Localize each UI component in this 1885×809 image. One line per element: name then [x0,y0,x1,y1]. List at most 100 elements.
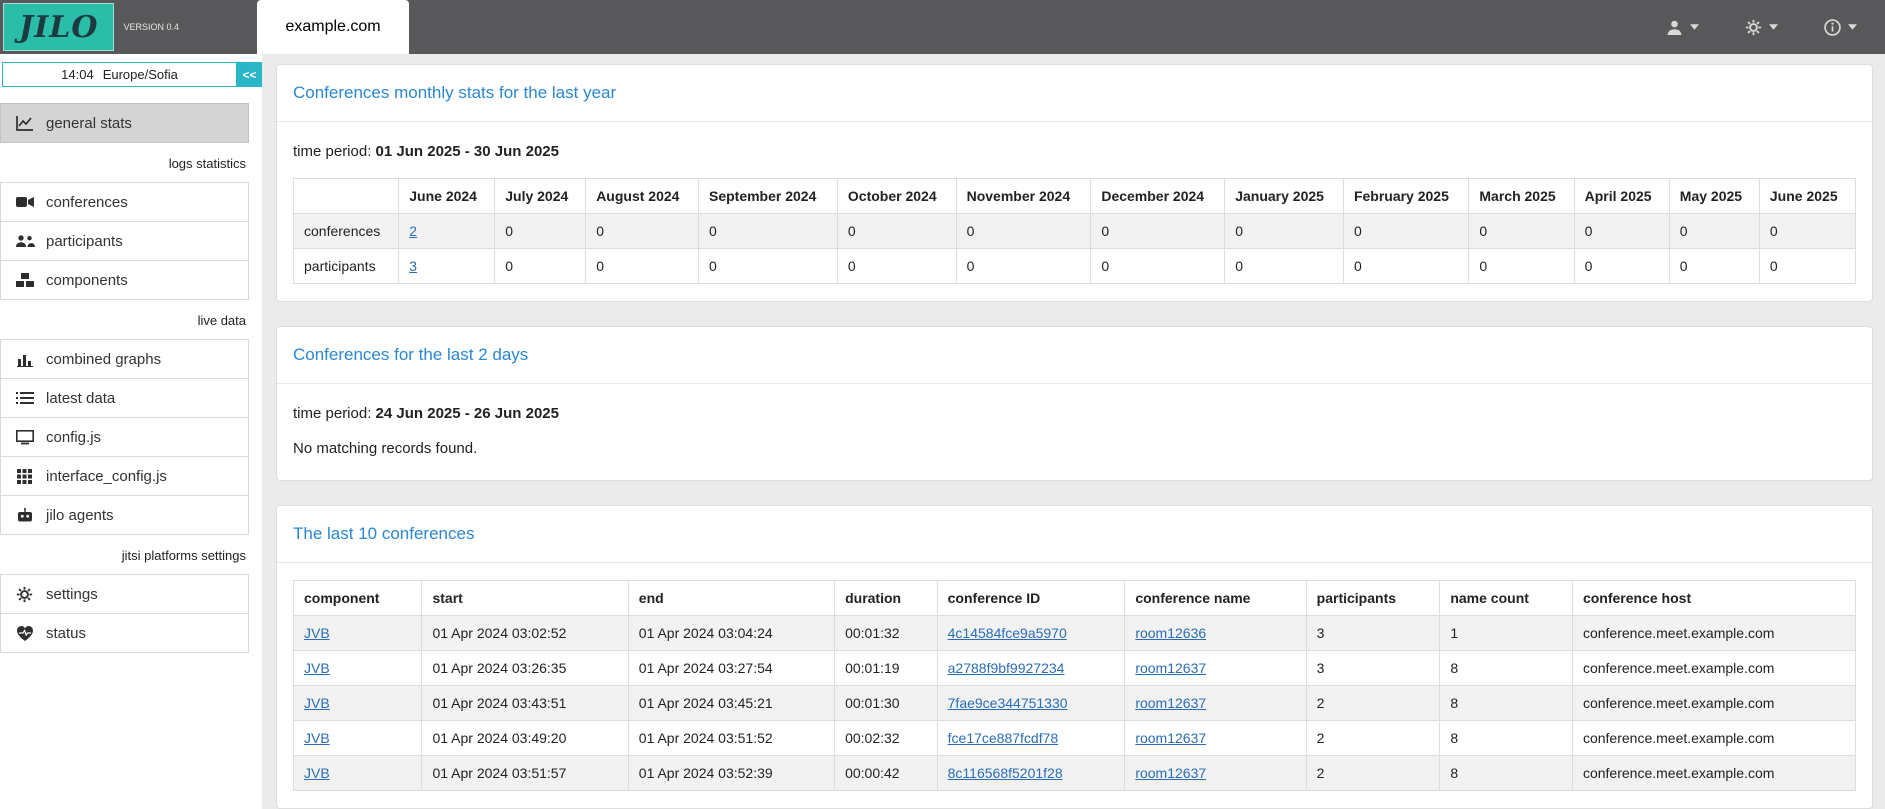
table-header-row: componentstartenddurationconference IDco… [294,581,1856,616]
table-cell: 00:01:32 [835,616,938,651]
card-title-monthly-stats: Conferences monthly stats for the last y… [293,83,1856,103]
table-cell: 01 Apr 2024 03:51:57 [422,756,628,791]
table-link[interactable]: room12637 [1135,660,1206,676]
table-row: JVB01 Apr 2024 03:02:5201 Apr 2024 03:04… [294,616,1856,651]
table-cell: 2 [399,214,495,249]
table-cell: 00:01:19 [835,651,938,686]
table-cell: 0 [698,214,837,249]
table-cell: 1 [1440,616,1573,651]
table-cell: 0 [1574,249,1669,284]
table-row: JVB01 Apr 2024 03:26:3501 Apr 2024 03:27… [294,651,1856,686]
time-period-value: 24 Jun 2025 - 26 Jun 2025 [376,405,559,422]
tab-label: example.com [285,18,380,36]
table-cell: 7fae9ce344751330 [937,686,1125,721]
info-menu[interactable] [1824,19,1857,36]
table-cell: 0 [1343,214,1468,249]
table-cell: room12637 [1125,651,1306,686]
sidebar-item-config-js[interactable]: config.js [0,417,249,457]
table-link[interactable]: room12637 [1135,695,1206,711]
table-cell: 01 Apr 2024 03:49:20 [422,721,628,756]
table-link[interactable]: room12637 [1135,765,1206,781]
table-link[interactable]: JVB [304,765,330,781]
table-cell: 0 [1343,249,1468,284]
table-cell: 3 [1306,651,1440,686]
table-link[interactable]: 4c14584fce9a5970 [948,625,1067,641]
table-cell: 01 Apr 2024 03:27:54 [628,651,834,686]
table-cell: 0 [1669,249,1759,284]
table-cell: 8 [1440,756,1573,791]
table-cell: 01 Apr 2024 03:02:52 [422,616,628,651]
sidebar-item-label: settings [46,586,98,603]
sidebar-item-latest-data[interactable]: latest data [0,378,249,418]
version-label: VERSION 0.4 [123,22,183,32]
table-cell: 2 [1306,756,1440,791]
sidebar-item-jilo-agents[interactable]: jilo agents [0,495,249,535]
card-body: time period: 01 Jun 2025 - 30 Jun 2025 J… [277,122,1872,301]
column-header: start [422,581,628,616]
table-cell: conference.meet.example.com [1572,721,1855,756]
column-header: end [628,581,834,616]
table-cell: 8 [1440,686,1573,721]
table-link[interactable]: room12636 [1135,625,1206,641]
table-cell: 0 [1759,249,1855,284]
sidebar-item-interface-config-js[interactable]: interface_config.js [0,456,249,496]
sidebar-item-participants[interactable]: participants [0,221,249,261]
column-header: July 2024 [495,179,586,214]
table-cell: JVB [294,651,422,686]
heart-pulse-icon [14,626,35,641]
sidebar-item-combined-graphs[interactable]: combined graphs [0,339,249,379]
table-cell: conferences [294,214,399,249]
column-header: June 2025 [1759,179,1855,214]
column-header: March 2025 [1469,179,1574,214]
chevron-down-icon [1769,24,1778,30]
topbar-menus [1666,0,1885,54]
table-link[interactable]: JVB [304,660,330,676]
chevron-down-icon [1848,24,1857,30]
sidebar-item-conferences[interactable]: conferences [0,182,249,222]
table-cell: 0 [1669,214,1759,249]
table-link[interactable]: 3 [409,258,417,274]
table-cell: 0 [1469,249,1574,284]
table-link[interactable]: 2 [409,223,417,239]
table-link[interactable]: room12637 [1135,730,1206,746]
table-link[interactable]: 7fae9ce344751330 [948,695,1068,711]
sidebar-collapse-button[interactable]: << [237,62,262,87]
table-cell: a2788f9bf9927234 [937,651,1125,686]
table-cell: 0 [586,214,699,249]
sidebar-item-label: general stats [46,115,132,132]
table-link[interactable]: JVB [304,730,330,746]
settings-menu[interactable] [1745,19,1778,36]
video-camera-icon [14,196,35,208]
sidebar-item-status[interactable]: status [0,613,249,653]
list-icon [14,391,35,405]
table-link[interactable]: JVB [304,695,330,711]
table-link[interactable]: a2788f9bf9927234 [948,660,1065,676]
cubes-icon [14,273,35,287]
clock-row: 14:04 Europe/Sofia << [2,62,262,87]
table-link[interactable]: fce17ce887fcdf78 [948,730,1059,746]
sidebar-item-settings[interactable]: settings [0,574,249,614]
gear-icon [1745,19,1762,36]
user-menu[interactable] [1666,19,1699,36]
sidebar-item-components[interactable]: components [0,260,249,300]
last-conferences-table: componentstartenddurationconference IDco… [293,580,1856,791]
table-cell: 0 [495,249,586,284]
column-header: October 2024 [837,179,956,214]
table-link[interactable]: 8c116568f5201f28 [948,765,1063,781]
table-cell: conference.meet.example.com [1572,651,1855,686]
table-cell: 0 [956,214,1091,249]
table-cell: room12636 [1125,616,1306,651]
time-period-label: time period: [293,143,371,160]
table-cell: 0 [1574,214,1669,249]
clock-time: 14:04 [61,67,94,82]
clock-timezone: Europe/Sofia [103,67,178,82]
column-header [294,179,399,214]
column-header: conference host [1572,581,1855,616]
tab-example-com[interactable]: example.com [257,0,408,54]
app-logo[interactable]: JILO [3,3,114,51]
table-cell: conference.meet.example.com [1572,686,1855,721]
table-link[interactable]: JVB [304,625,330,641]
sidebar-item-general-stats[interactable]: general stats [0,103,249,143]
column-header: component [294,581,422,616]
card-title-last-10-conferences: The last 10 conferences [293,524,1856,544]
